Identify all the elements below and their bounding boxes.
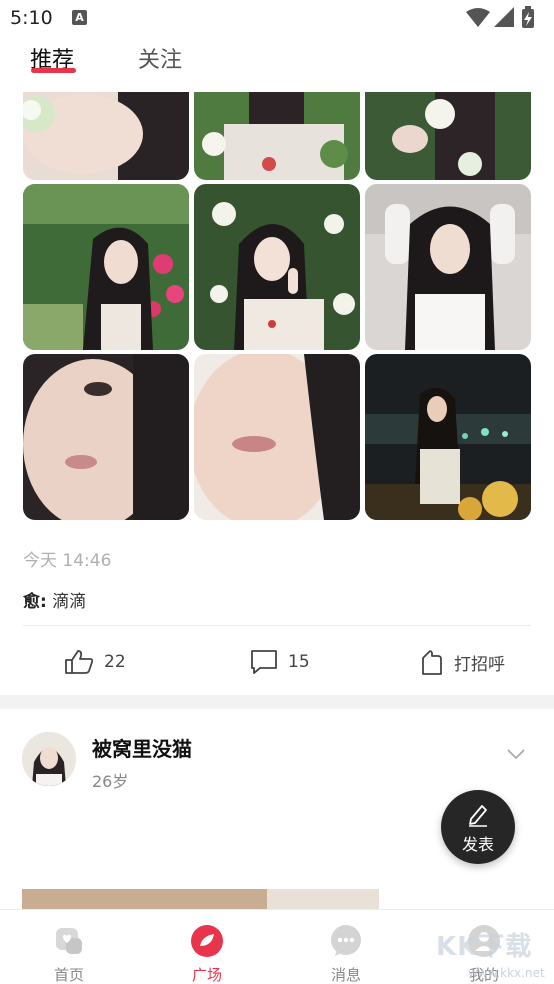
- caption-author[interactable]: 愈:: [23, 592, 47, 612]
- thumbs-up-icon: [65, 650, 94, 674]
- avatar[interactable]: [22, 732, 76, 786]
- photo-flowers-3[interactable]: [365, 92, 531, 180]
- status-bar: 5:10 A: [0, 0, 554, 36]
- photo-night-lights[interactable]: [365, 354, 531, 520]
- notification-icon: A: [72, 10, 87, 25]
- greet-label: 打招呼: [454, 654, 505, 675]
- nav-label-home: 首页: [53, 966, 84, 984]
- photo-closeup-2[interactable]: [194, 354, 360, 520]
- post-actions: 22 15 打招呼: [0, 636, 554, 688]
- compose-fab-button[interactable]: 发表: [441, 790, 515, 864]
- signal-icon: [494, 7, 514, 27]
- divider: [23, 625, 531, 626]
- post-timestamp: 今天 14:46: [23, 551, 112, 571]
- message-icon: [331, 925, 361, 956]
- photo-hands-on-head[interactable]: [365, 184, 531, 350]
- comment-button[interactable]: 15: [250, 636, 310, 688]
- photo-flowers-2[interactable]: [194, 92, 360, 180]
- pencil-icon: [469, 805, 487, 827]
- top-tabs: 推荐 关注: [0, 36, 554, 92]
- tab-following[interactable]: 关注: [138, 42, 182, 74]
- watermark-logo: KK下载: [436, 932, 533, 962]
- post-caption: 愈: 滴滴: [23, 587, 86, 612]
- status-time: 5:10: [10, 7, 53, 29]
- chevron-down-icon[interactable]: [506, 748, 526, 760]
- photo-grid: [23, 92, 531, 522]
- post-username[interactable]: 被窝里没猫: [92, 733, 192, 762]
- greet-button[interactable]: 打招呼: [418, 636, 505, 688]
- post-image-preview[interactable]: [22, 889, 379, 911]
- nav-item-plaza[interactable]: 广场: [157, 910, 257, 984]
- nav-item-home[interactable]: 首页: [19, 910, 119, 984]
- nav-item-messages[interactable]: 消息: [296, 910, 396, 984]
- system-status-icons: [466, 6, 534, 28]
- photo-peace-sign[interactable]: [194, 184, 360, 350]
- wave-hand-icon: [422, 650, 442, 675]
- section-divider: [0, 695, 554, 709]
- watermark-url: www.kkx.net: [468, 966, 545, 980]
- wifi-icon: [466, 8, 490, 27]
- post-age: 26岁: [92, 772, 129, 791]
- nav-label-messages: 消息: [330, 966, 361, 984]
- photo-garden-roses[interactable]: [23, 184, 189, 350]
- fab-label: 发表: [461, 835, 494, 854]
- nav-label-plaza: 广场: [191, 966, 222, 984]
- photo-flowers-1[interactable]: [23, 92, 189, 180]
- comment-count: 15: [288, 652, 310, 672]
- home-icon: [56, 928, 82, 954]
- like-button[interactable]: 22: [64, 636, 126, 688]
- comment-icon: [251, 650, 277, 674]
- active-tab-indicator: [31, 68, 76, 73]
- photo-closeup-1[interactable]: [23, 354, 189, 520]
- caption-text: 滴滴: [52, 592, 87, 612]
- like-count: 22: [104, 652, 126, 672]
- battery-charging-icon: [522, 6, 534, 28]
- plaza-icon: [191, 925, 223, 957]
